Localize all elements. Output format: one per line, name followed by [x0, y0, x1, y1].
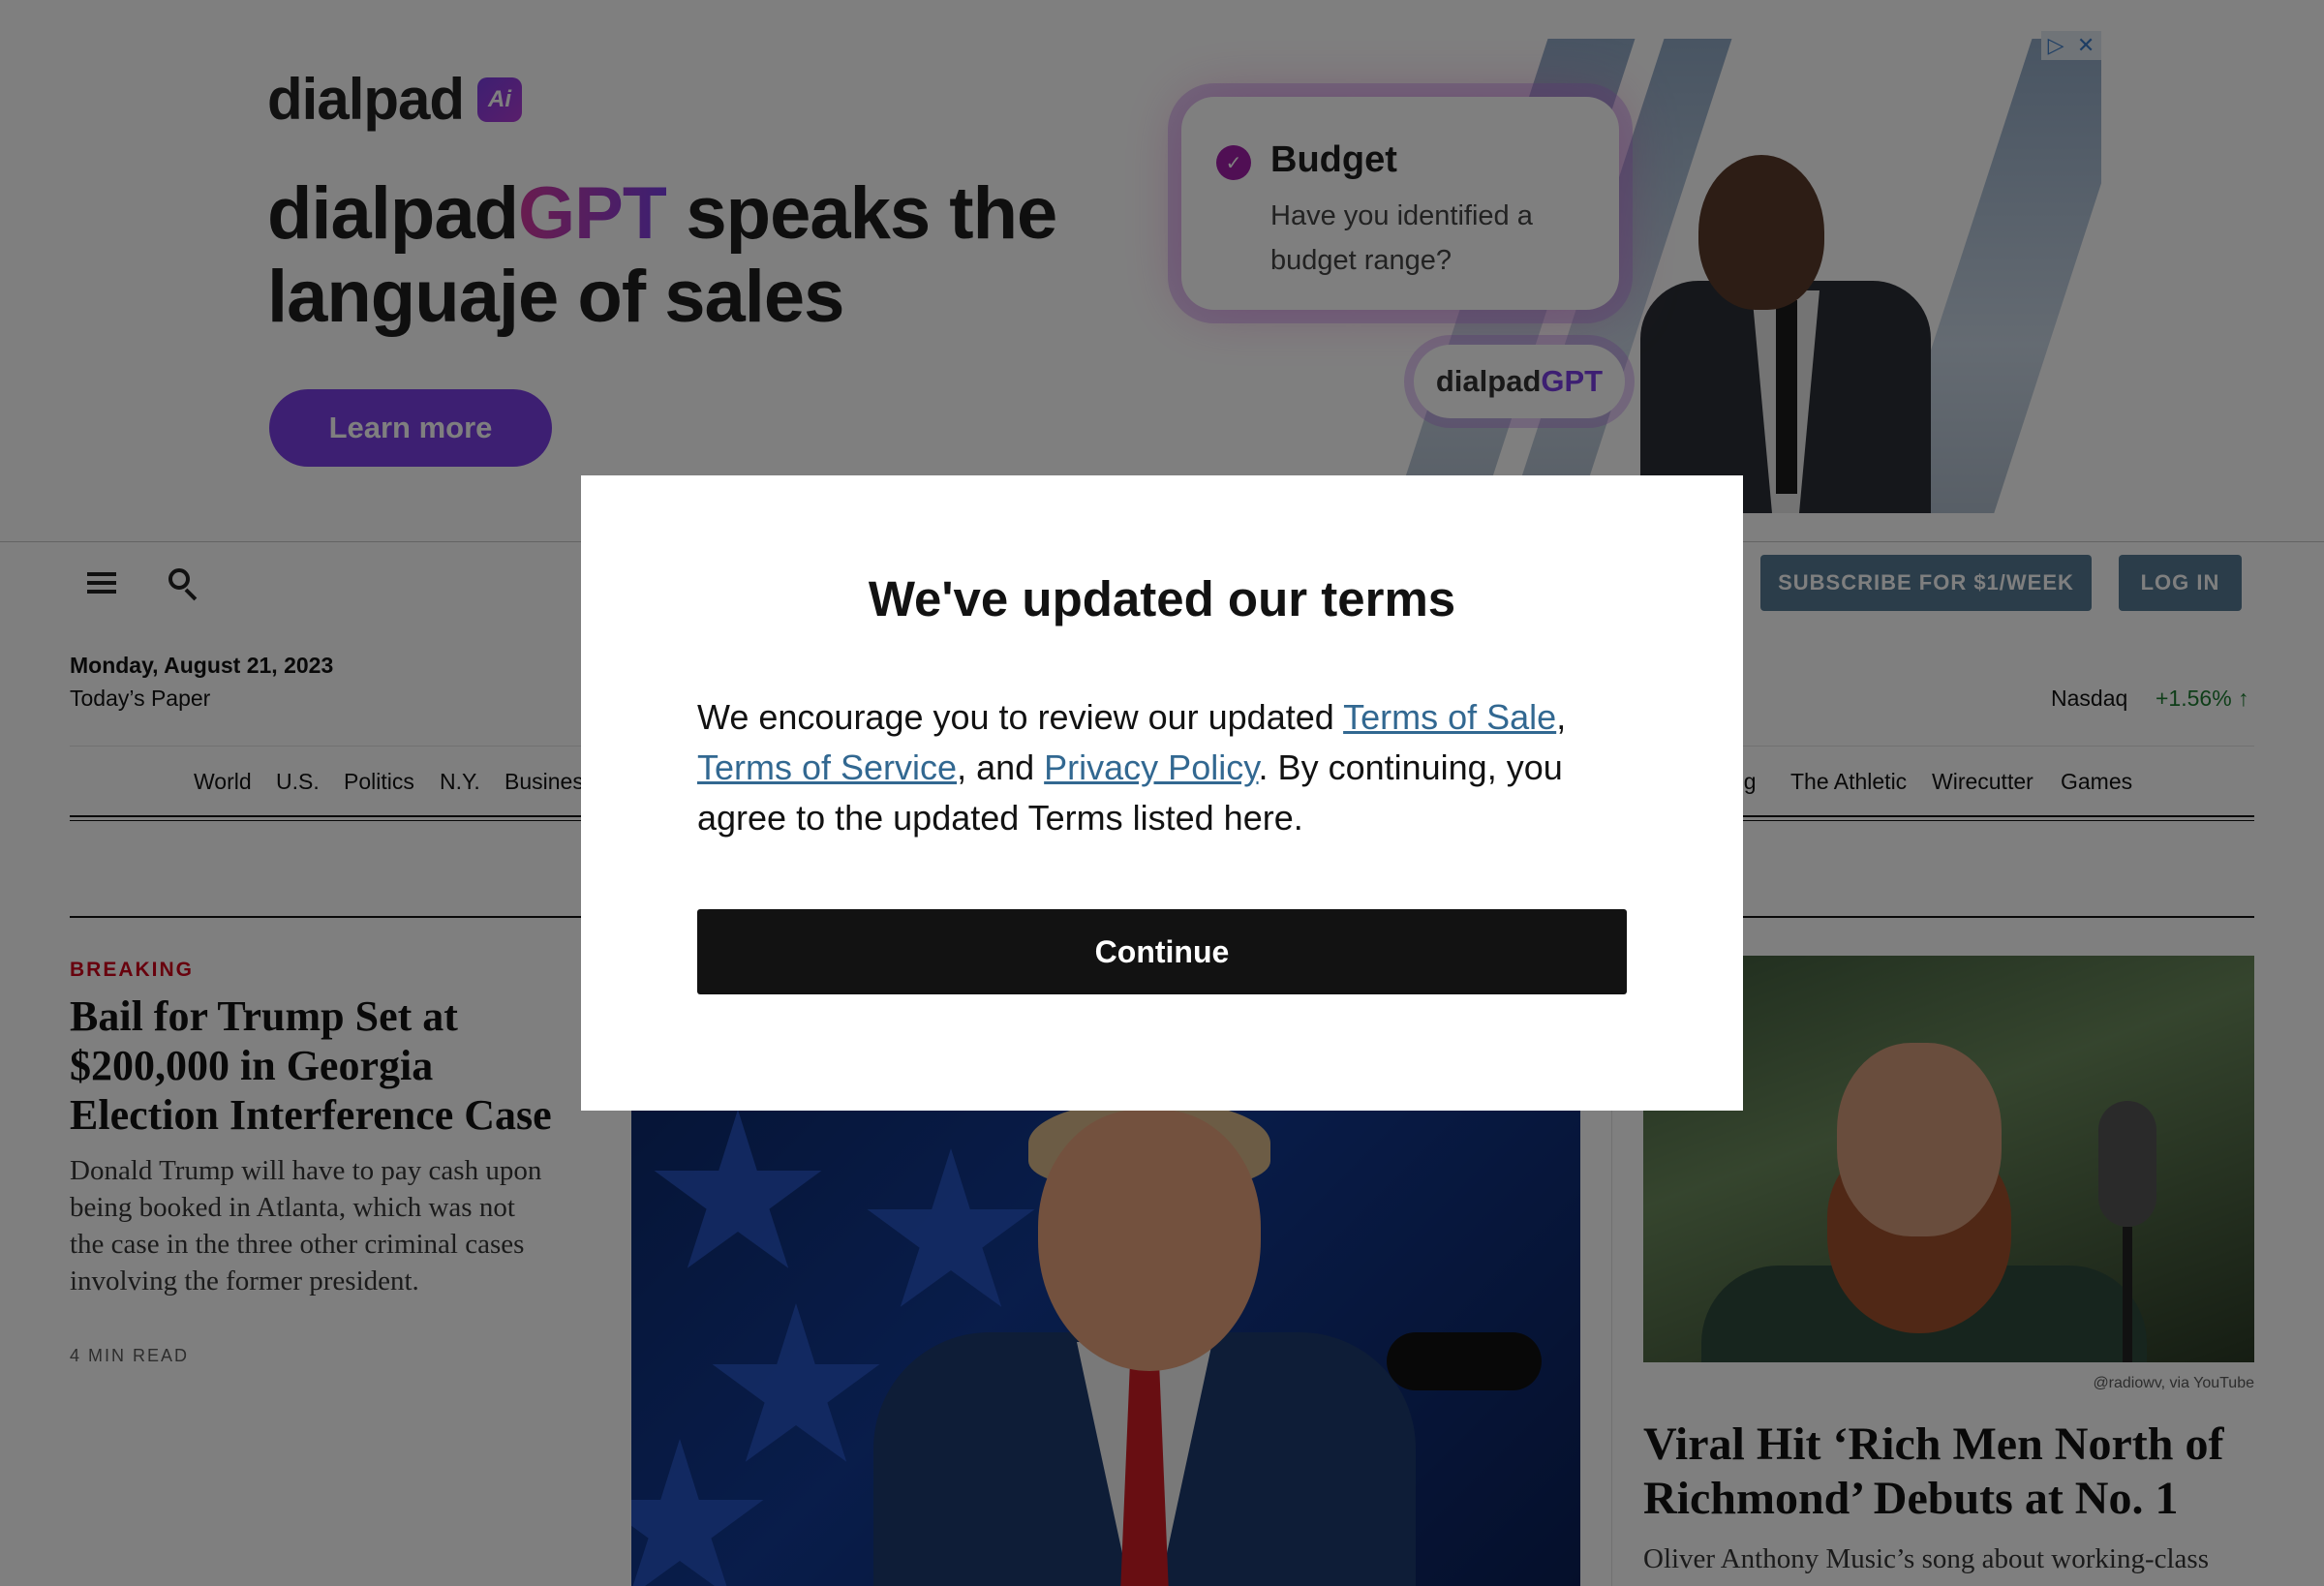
modal-body-comma: ,	[1556, 697, 1567, 737]
modal-body: We encourage you to review our updated T…	[697, 692, 1627, 843]
modal-body-intro: We encourage you to review our updated	[697, 697, 1344, 737]
terms-modal: We've updated our terms We encourage you…	[581, 475, 1743, 1111]
modal-body-and: , and	[957, 747, 1045, 787]
continue-button[interactable]: Continue	[697, 909, 1627, 994]
terms-of-service-link[interactable]: Terms of Service	[697, 747, 957, 787]
terms-of-sale-link[interactable]: Terms of Sale	[1343, 697, 1556, 737]
privacy-policy-link[interactable]: Privacy Policy	[1044, 747, 1258, 787]
modal-title: We've updated our terms	[868, 571, 1456, 626]
